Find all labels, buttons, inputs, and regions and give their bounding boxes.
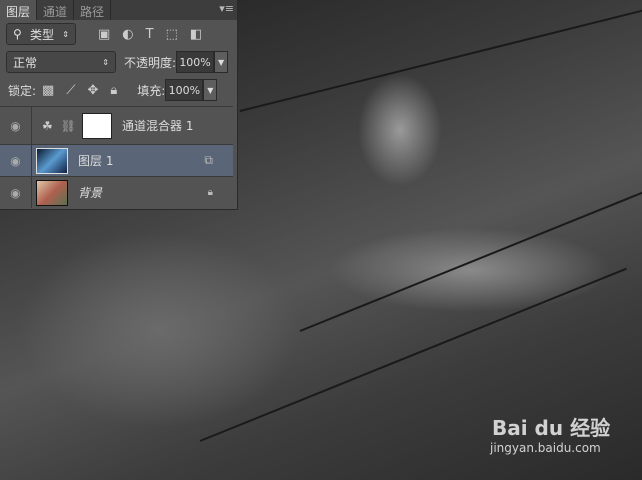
blend-mode-value: 正常: [13, 55, 38, 70]
updown-icon: ⇕: [102, 57, 109, 67]
panel-menu-icon[interactable]: ▾≡: [219, 2, 234, 15]
fill-label: 填充:: [137, 83, 166, 98]
layer-row-background[interactable]: ◉ 背景 🔒︎: [0, 176, 233, 208]
lock-move-icon[interactable]: ✥: [87, 83, 98, 98]
opacity-dropdown[interactable]: ▼: [214, 51, 229, 73]
opacity-label: 不透明度:: [124, 55, 177, 70]
smart-object-icon: ⧉: [204, 153, 213, 167]
lock-all-icon[interactable]: 🔒︎: [110, 83, 117, 98]
type-filter-icon[interactable]: T: [146, 27, 154, 42]
adjustment-filter-icon[interactable]: ◐: [122, 27, 133, 42]
link-icon[interactable]: ⛓: [61, 119, 76, 133]
opacity-input[interactable]: 100%: [176, 51, 215, 73]
layer-row-layer-1[interactable]: ◉ 图层 1 ⧉: [0, 144, 233, 176]
filter-label: 类型: [30, 27, 55, 42]
shape-filter-icon[interactable]: ⬚: [166, 27, 178, 42]
lock-icon: 🔒︎: [207, 187, 213, 198]
visibility-eye-icon[interactable]: ◉: [0, 177, 32, 208]
visibility-eye-icon[interactable]: ◉: [0, 145, 32, 176]
tab-channels[interactable]: 通道: [37, 0, 75, 20]
layer-mask-thumbnail[interactable]: [82, 112, 112, 139]
tab-paths[interactable]: 路径: [74, 0, 112, 20]
search-icon: ⚲: [13, 27, 22, 41]
pixel-filter-icon[interactable]: ▣: [98, 27, 110, 42]
watermark-brand: Bai du 经验: [492, 416, 611, 440]
layer-thumbnail: [36, 179, 68, 206]
fill-input[interactable]: 100%: [165, 79, 204, 101]
lock-label: 锁定:: [8, 83, 37, 98]
layer-thumbnail: [36, 147, 68, 174]
layer-name[interactable]: 背景: [78, 184, 102, 201]
watermark-url: jingyan.baidu.com: [490, 441, 601, 455]
layer-name: 通道混合器 1: [122, 119, 194, 133]
smart-object-filter-icon[interactable]: ◧: [190, 27, 202, 42]
updown-icon: ⇕: [62, 29, 69, 39]
fill-dropdown[interactable]: ▼: [203, 79, 218, 101]
layer-row-channel-mixer[interactable]: ◉ ☘ ⛓ 通道混合器 1: [0, 106, 233, 144]
baidu-watermark: Bai du 经验 jingyan.baidu.com: [490, 412, 611, 455]
tab-layers[interactable]: 图层: [0, 0, 38, 20]
layer-name[interactable]: 图层 1: [78, 152, 113, 169]
lock-brush-icon[interactable]: ⟋: [66, 83, 75, 98]
visibility-eye-icon[interactable]: ◉: [0, 107, 32, 144]
adjustment-icon: ☘: [42, 118, 53, 133]
blend-mode-select[interactable]: 正常 ⇕: [6, 51, 116, 73]
panel-tabs: 图层 通道 路径 ▾≡: [0, 0, 237, 20]
filter-type-select[interactable]: ⚲ 类型 ⇕: [6, 23, 76, 45]
layers-panel: 图层 通道 路径 ▾≡ ⚲ 类型 ⇕ ▣ ◐ T ⬚ ◧ 正常 ⇕ 不透明度: …: [0, 0, 238, 210]
lock-transparent-icon[interactable]: ▩: [42, 83, 54, 98]
